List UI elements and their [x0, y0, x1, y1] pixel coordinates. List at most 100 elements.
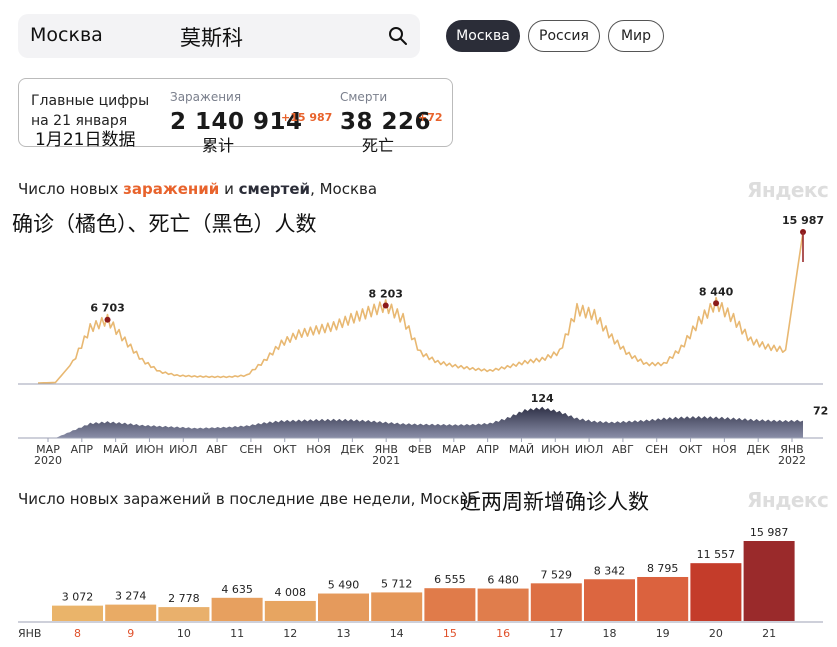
month-label: ФЕВ: [408, 443, 432, 456]
year-label: 2020: [34, 454, 62, 467]
month-label: ЯНВ: [18, 627, 41, 640]
bar-value-label: 8 795: [647, 562, 679, 575]
infections-peak-marker: [382, 302, 389, 309]
month-label: ОКТ: [273, 443, 296, 456]
bar-value-label: 4 635: [221, 583, 253, 596]
infections-peak-marker: [713, 300, 720, 307]
bar: [158, 607, 210, 621]
category-label: 15: [443, 627, 457, 640]
infections-peak-label: 8 440: [699, 285, 734, 298]
summary-title: Главные цифры: [31, 93, 150, 109]
infections-delta: +15 987: [281, 111, 333, 124]
bar: [264, 600, 316, 621]
deaths-peak-label: 72: [813, 405, 828, 418]
bar-value-label: 3 274: [115, 590, 147, 603]
bar: [424, 588, 476, 621]
year-label: 2021: [372, 454, 400, 467]
bar-value-label: 15 987: [750, 526, 789, 539]
search-bar[interactable]: Москва 莫斯科: [18, 14, 420, 58]
year-label: 2022: [778, 454, 806, 467]
month-label: АВГ: [612, 443, 634, 456]
chart2-annotation: 近两周新增确诊人数: [460, 490, 649, 514]
category-label: 21: [762, 627, 776, 640]
bar-value-label: 5 712: [381, 577, 413, 590]
region-pill-moscow[interactable]: Москва: [446, 20, 520, 52]
yandex-watermark-2: Яндекс: [747, 488, 829, 512]
month-label: МАР: [442, 443, 466, 456]
category-label: 8: [74, 627, 81, 640]
bar: [477, 588, 529, 621]
category-label: 18: [603, 627, 617, 640]
category-label: 19: [656, 627, 670, 640]
bar: [371, 592, 423, 621]
month-label: СЕН: [239, 443, 262, 456]
category-label: 12: [283, 627, 297, 640]
infections-annotation: 累计: [202, 136, 235, 155]
month-label: ИЮН: [541, 443, 569, 456]
month-label: АПР: [71, 443, 94, 456]
category-label: 10: [177, 627, 191, 640]
month-label: НОЯ: [306, 443, 331, 456]
search-icon[interactable]: [388, 26, 408, 46]
deaths-label: Смерти: [340, 90, 388, 104]
infections-peak-label: 8 203: [369, 288, 403, 301]
deaths-peak-label: 124: [531, 392, 554, 405]
category-label: 14: [390, 627, 404, 640]
month-label: ИЮН: [135, 443, 163, 456]
month-label: МАЙ: [103, 443, 128, 456]
bar: [584, 579, 635, 621]
bar-value-label: 7 529: [541, 568, 573, 581]
bar-value-label: 3 072: [62, 591, 94, 604]
infections-peak-marker: [104, 316, 111, 323]
category-label: 16: [496, 627, 510, 640]
month-label: ДЕК: [747, 443, 771, 456]
deaths-delta: +72: [418, 111, 443, 124]
bar-value-label: 6 555: [434, 573, 466, 586]
bar: [105, 604, 157, 621]
category-label: 9: [127, 627, 134, 640]
month-label: АПР: [476, 443, 499, 456]
bar: [52, 605, 103, 621]
infections-deaths-chart: 6 703 8 203 8 440 15 987 124 72 МАР АПР МАЙ ИЮН ИЮ…: [18, 214, 828, 467]
month-label: ДЕК: [341, 443, 365, 456]
month-label: ИЮЛ: [575, 443, 603, 456]
category-label: 11: [230, 627, 244, 640]
bar-value-label: 4 008: [275, 586, 307, 599]
bar: [637, 576, 689, 621]
bar: [743, 541, 795, 621]
search-input[interactable]: Москва: [30, 24, 103, 46]
month-label: НОЯ: [712, 443, 737, 456]
bar-value-label: 5 490: [328, 579, 360, 592]
region-pill-russia[interactable]: Россия: [528, 20, 600, 52]
category-label: 20: [709, 627, 723, 640]
deaths-series-area: [38, 406, 803, 438]
summary-date-annotation: 1月21日数据: [35, 130, 136, 150]
month-label: АВГ: [206, 443, 228, 456]
infections-peak-label: 6 703: [90, 302, 124, 315]
bar: [211, 597, 263, 621]
infections-series-line: [37, 231, 804, 384]
bar: [530, 583, 582, 621]
category-label: 13: [337, 627, 351, 640]
summary-card: Главные цифры на 21 января 1月21日数据 Зараж…: [18, 78, 453, 155]
chart1-title: Число новых заражений и смертей, Москва: [18, 180, 378, 198]
month-label: ИЮЛ: [169, 443, 197, 456]
bar-value-label: 6 480: [487, 574, 519, 587]
category-label: 17: [549, 627, 563, 640]
deaths-annotation: 死亡: [362, 136, 395, 155]
month-label: МАЙ: [509, 443, 534, 456]
search-overlay-annotation: 莫斯科: [180, 26, 243, 50]
chart2-title: Число новых заражений в последние две не…: [18, 490, 478, 508]
bar-value-label: 2 778: [168, 592, 200, 605]
infections-label: Заражения: [170, 90, 242, 104]
bar: [690, 563, 742, 621]
region-pill-world[interactable]: Мир: [608, 20, 664, 52]
month-label: СЕН: [645, 443, 668, 456]
bar-value-label: 8 342: [594, 564, 626, 577]
infections-peak-label: 15 987: [782, 214, 824, 227]
yandex-watermark-1: Яндекс: [747, 178, 829, 202]
bar-value-label: 11 557: [697, 548, 736, 561]
bar: [318, 593, 369, 621]
month-label: ОКТ: [679, 443, 702, 456]
two-week-bar-chart: 3 072 8 3 274 9 2 778 10 4 635 11 4 008 12 5 490 13…: [18, 526, 823, 640]
